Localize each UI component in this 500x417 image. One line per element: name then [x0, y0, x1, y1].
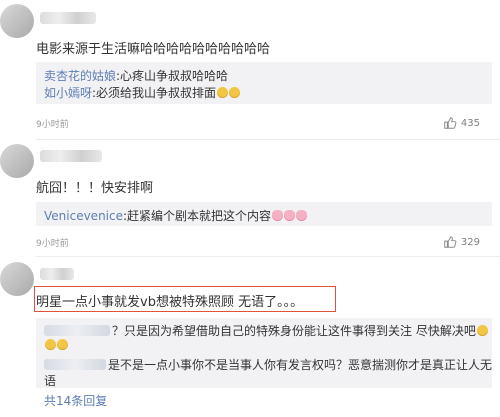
- emoji-icon: [45, 339, 56, 350]
- reply-username-blurred[interactable]: [44, 325, 110, 336]
- avatar[interactable]: [0, 262, 34, 296]
- emoji-icon: [57, 339, 68, 350]
- emoji-icon: [229, 87, 241, 98]
- timestamp: 9小时前: [36, 120, 69, 130]
- divider: [36, 139, 500, 140]
- reply-item: ？只是因为希望借助自己的特殊身份能让这件事得到关注 尽快解决吧: [44, 322, 488, 339]
- reply-item: 是不是一点小事你不是当事人你有发言权吗？恶意揣测你才是真正让人无: [44, 356, 492, 373]
- divider: [36, 256, 500, 257]
- reply-text: :必须给我山争叔叔排面: [92, 86, 217, 100]
- thumbs-up-icon: [444, 117, 457, 129]
- comment-meta: 9小时前 329: [36, 236, 492, 250]
- view-replies-link[interactable]: 共14条回复: [44, 392, 107, 409]
- like-count: 329: [460, 236, 480, 248]
- emoji-icon: [284, 210, 296, 221]
- reply-box: Venicevenice:赶紧编个剧本就把这个内容: [36, 202, 492, 226]
- like-button[interactable]: 329: [443, 235, 480, 249]
- reply-text: ？只是因为希望借助自己的特殊身份能让这件事得到关注 尽快解决吧: [112, 324, 476, 338]
- reply-box: 卖杏花的姑娘:心疼山争叔叔哈哈哈 如小嫣呀:必须给我山争叔叔排面: [36, 62, 492, 104]
- reply-item: 卖杏花的姑娘:心疼山争叔叔哈哈哈: [44, 67, 228, 84]
- comment-text: 明星一点小事就发vb想被特殊照顾 无语了。。。: [36, 295, 304, 310]
- emoji-icon: [272, 210, 284, 221]
- thumbs-up-icon: [444, 236, 457, 248]
- reply-emoji-row: [44, 338, 68, 352]
- reply-username[interactable]: Venicevenice: [44, 209, 123, 223]
- reply-text: 是不是一点小事你不是当事人你有发言权吗？恶意揣测你才是真正让人无: [108, 358, 493, 372]
- comment-meta: 9小时前 435: [36, 117, 492, 131]
- reply-item: 如小嫣呀:必须给我山争叔叔排面: [44, 84, 241, 101]
- reply-username[interactable]: 如小嫣呀: [44, 86, 92, 100]
- reply-username-blurred[interactable]: [44, 359, 106, 370]
- username-blurred[interactable]: [40, 12, 96, 24]
- reply-box: ？只是因为希望借助自己的特殊身份能让这件事得到关注 尽快解决吧 是不是一点小事你…: [36, 318, 492, 388]
- reply-username[interactable]: 卖杏花的姑娘: [44, 69, 116, 83]
- emoji-icon: [476, 325, 488, 336]
- comment-text: 电影来源于生活嘛哈哈哈哈哈哈哈哈哈哈: [36, 42, 271, 57]
- username-blurred[interactable]: [40, 268, 74, 280]
- like-count: 435: [460, 117, 480, 129]
- reply-text: :赶紧编个剧本就把这个内容: [122, 209, 272, 223]
- avatar[interactable]: [0, 4, 34, 38]
- comment-text: 航囧！！！快安排啊: [36, 181, 154, 196]
- reply-text: :心疼山争叔叔哈哈哈: [116, 69, 229, 83]
- reply-item: Venicevenice:赶紧编个剧本就把这个内容: [44, 207, 308, 224]
- username-blurred[interactable]: [40, 150, 102, 162]
- emoji-icon: [296, 210, 308, 221]
- timestamp: 9小时前: [36, 239, 69, 249]
- avatar[interactable]: [0, 144, 34, 178]
- emoji-icon: [217, 87, 229, 98]
- reply-item-continued: 语: [44, 374, 57, 388]
- like-button[interactable]: 435: [443, 116, 480, 130]
